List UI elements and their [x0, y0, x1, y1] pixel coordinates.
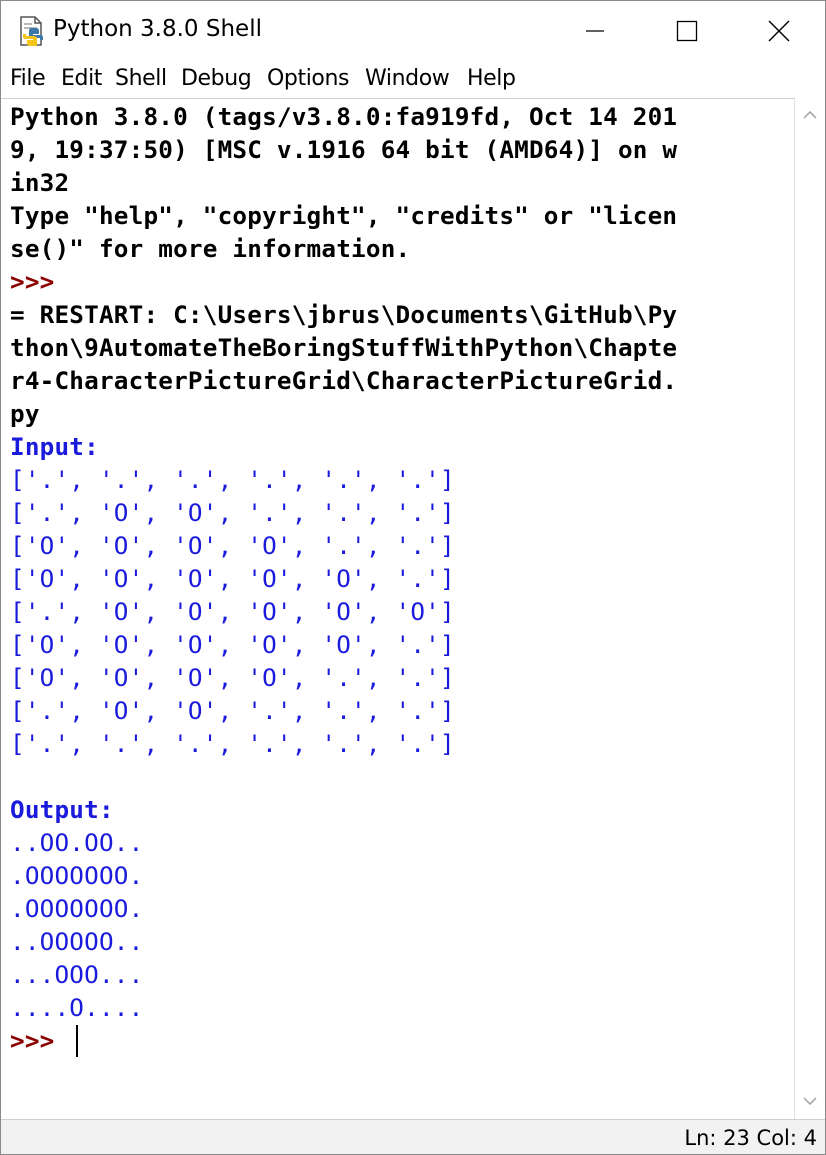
text-cursor — [76, 1025, 78, 1057]
title-bar[interactable]: Python 3.8.0 Shell — [1, 1, 825, 61]
input-row: ['.', 'O', 'O', '.', '.', '.'] — [10, 696, 455, 725]
input-row: ['O', 'O', 'O', 'O', 'O', '.'] — [10, 564, 455, 593]
scroll-down-button[interactable] — [795, 1086, 825, 1116]
maximize-button[interactable] — [641, 1, 733, 61]
shell-text-area[interactable]: Python 3.8.0 (tags/v3.8.0:fa919fd, Oct 1… — [1, 98, 795, 1119]
input-row: ['O', 'O', 'O', 'O', '.', '.'] — [10, 663, 455, 692]
output-row: ....O.... — [10, 993, 144, 1022]
minimize-button[interactable] — [549, 1, 641, 61]
scroll-up-button[interactable] — [795, 100, 825, 130]
restart-line: py — [10, 399, 40, 428]
output-label: Output: — [10, 795, 114, 824]
input-row: ['O', 'O', 'O', 'O', 'O', '.'] — [10, 630, 455, 659]
input-row: ['.', 'O', 'O', '.', '.', '.'] — [10, 498, 455, 527]
output-row: ...OOO... — [10, 960, 144, 989]
menu-window[interactable]: Window — [365, 66, 450, 91]
restart-line: r4-CharacterPictureGrid\CharacterPicture… — [10, 366, 678, 395]
vertical-scrollbar[interactable] — [795, 98, 825, 1118]
output-row: .OOOOOOO. — [10, 894, 144, 923]
chevron-down-icon — [803, 1097, 817, 1106]
menu-file[interactable]: File — [10, 66, 46, 91]
restart-line: = RESTART: C:\Users\jbrus\Documents\GitH… — [10, 300, 678, 329]
chevron-up-icon — [803, 110, 817, 119]
idle-shell-window: Python 3.8.0 Shell File Edit Shell Debug… — [0, 0, 826, 1155]
menu-options[interactable]: Options — [267, 66, 349, 91]
maximize-icon — [676, 20, 698, 42]
menu-debug[interactable]: Debug — [181, 66, 252, 91]
cursor-position: Ln: 23 Col: 4 — [684, 1126, 817, 1150]
menu-shell[interactable]: Shell — [115, 66, 167, 91]
restart-line: thon\9AutomateTheBoringStuffWithPython\C… — [10, 333, 678, 362]
menu-help[interactable]: Help — [467, 66, 516, 91]
output-row: ..OO.OO.. — [10, 828, 144, 857]
input-row: ['O', 'O', 'O', 'O', '.', '.'] — [10, 531, 455, 560]
banner-line: Type "help", "copyright", "credits" or "… — [10, 201, 678, 230]
window-title: Python 3.8.0 Shell — [53, 16, 262, 42]
banner-line: se()" for more information. — [10, 234, 411, 263]
status-bar: Ln: 23 Col: 4 — [1, 1119, 825, 1154]
menu-edit[interactable]: Edit — [61, 66, 102, 91]
banner-line: Python 3.8.0 (tags/v3.8.0:fa919fd, Oct 1… — [10, 102, 678, 131]
input-row: ['.', 'O', 'O', 'O', 'O', 'O'] — [10, 597, 455, 626]
output-row: .OOOOOOO. — [10, 861, 144, 890]
output-row: ..OOOOO.. — [10, 927, 144, 956]
banner-line: in32 — [10, 168, 70, 197]
input-row: ['.', '.', '.', '.', '.', '.'] — [10, 729, 455, 758]
menu-bar: File Edit Shell Debug Options Window Hel… — [1, 61, 825, 97]
input-label: Input: — [10, 432, 99, 461]
minimize-icon — [586, 30, 604, 32]
shell-prompt-active: >>> — [10, 1026, 55, 1055]
close-icon — [768, 20, 790, 42]
shell-prompt: >>> — [10, 267, 55, 296]
close-button[interactable] — [733, 1, 825, 61]
python-idle-icon — [20, 16, 43, 46]
banner-line: 9, 19:37:50) [MSC v.1916 64 bit (AMD64)]… — [10, 135, 678, 164]
input-row: ['.', '.', '.', '.', '.', '.'] — [10, 465, 455, 494]
